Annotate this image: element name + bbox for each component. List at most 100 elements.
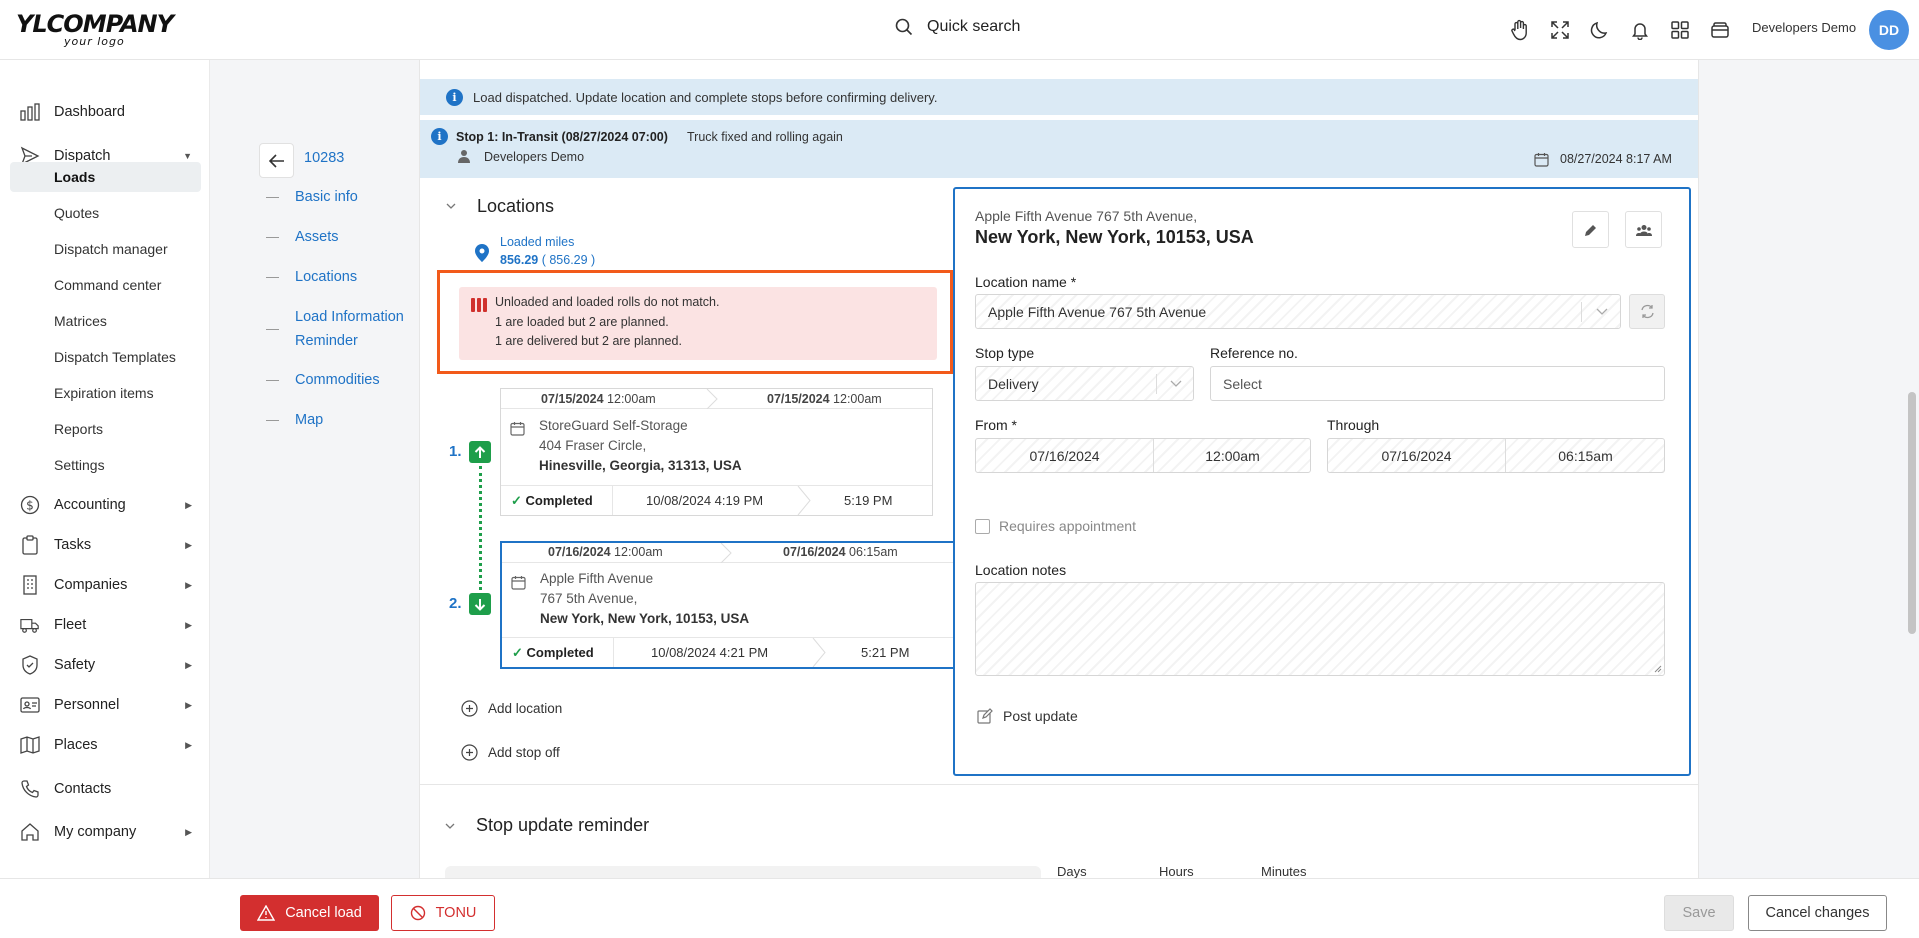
reminder-input[interactable] [445, 866, 1041, 878]
sidebar-sub-settings[interactable]: Settings [10, 450, 201, 480]
moon-icon[interactable] [1588, 18, 1611, 41]
stop-user-text: Developers Demo [484, 150, 585, 164]
sidebar-item-places[interactable]: Places ▶ [20, 730, 200, 760]
sidebar-item-safety[interactable]: Safety ▶ [20, 650, 200, 680]
subnav-assets[interactable]: Assets [266, 225, 339, 249]
dash-icon [266, 379, 279, 381]
chevron-separator-icon [797, 486, 811, 515]
add-stop-off-button[interactable]: Add stop off [461, 744, 560, 761]
sidebar-item-my-company[interactable]: My company ▶ [20, 817, 200, 847]
stop-name: Apple Fifth Avenue [540, 571, 654, 586]
requires-appointment-checkbox[interactable]: Requires appointment [975, 518, 1136, 534]
sidebar-item-companies[interactable]: Companies ▶ [20, 570, 200, 600]
from-time[interactable]: 12:00am [1153, 448, 1312, 464]
subnav-locations[interactable]: Locations [266, 265, 357, 289]
sidebar-sub-expiration-items[interactable]: Expiration items [10, 378, 201, 408]
check-icon: ✓ [512, 645, 523, 660]
stop-street: 404 Fraser Circle, [539, 438, 647, 453]
sidebar-item-accounting[interactable]: $ Accounting ▶ [20, 490, 200, 520]
checkbox-box[interactable] [975, 518, 990, 534]
location-name-value: Apple Fifth Avenue 767 5th Avenue [988, 303, 1207, 320]
phone-icon [20, 779, 40, 799]
top-bar: YLCOMPANY your logo Quick search Develop… [0, 0, 1919, 60]
caret-right-icon: ▶ [185, 826, 192, 837]
subnav-label: Locations [295, 269, 358, 285]
quick-search[interactable]: Quick search [895, 18, 1020, 36]
stop-street: 767 5th Avenue, [540, 591, 638, 606]
sidebar-sub-dispatch-templates[interactable]: Dispatch Templates [10, 342, 201, 372]
through-time[interactable]: 06:15am [1505, 448, 1666, 464]
action-bar: Cancel load TONU Save Cancel changes [0, 878, 1919, 938]
alert-line: Unloaded and loaded rolls do not match. [495, 295, 720, 309]
through-range[interactable]: 07/16/2024 06:15am [1327, 438, 1665, 473]
bell-icon[interactable] [1628, 18, 1651, 41]
sidebar-sub-quotes[interactable]: Quotes [10, 198, 201, 228]
resize-handle-icon[interactable] [1654, 665, 1662, 673]
caret-right-icon: ▶ [185, 659, 192, 670]
post-update-button[interactable]: Post update [977, 708, 1078, 724]
status-completed: ✓ Completed [511, 493, 593, 509]
sidebar-item-tasks[interactable]: Tasks ▶ [20, 530, 200, 560]
apps-grid-icon[interactable] [1668, 18, 1691, 41]
company-logo[interactable]: YLCOMPANY your logo [16, 12, 174, 50]
subnav-map[interactable]: Map [266, 408, 323, 432]
sidebar-item-personnel[interactable]: Personnel ▶ [20, 690, 200, 720]
contacts-button[interactable] [1625, 211, 1662, 248]
stop-name: StoreGuard Self-Storage [539, 418, 688, 433]
ban-icon [410, 905, 425, 921]
shield-icon [20, 655, 40, 675]
subnav-load-information-reminder[interactable]: Load Information Reminder [266, 305, 416, 353]
reference-select[interactable]: Select [1210, 366, 1665, 401]
tonu-button[interactable]: TONU [391, 895, 495, 931]
cancel-changes-label: Cancel changes [1765, 905, 1870, 921]
fullscreen-icon[interactable] [1548, 18, 1571, 41]
location-notes-textarea[interactable] [975, 582, 1665, 676]
reference-label: Reference no. [1210, 345, 1298, 361]
post-update-label: Post update [1003, 708, 1078, 724]
sidebar-sub-loads[interactable]: Loads [10, 162, 201, 192]
chevron-separator-icon [720, 543, 732, 563]
stop-card-selected[interactable]: 07/16/2024 12:00am 07/16/2024 06:15am Ap… [500, 541, 955, 669]
scrollbar-thumb[interactable] [1908, 392, 1916, 634]
add-location-button[interactable]: Add location [461, 700, 562, 717]
sidebar-sub-reports[interactable]: Reports [10, 414, 201, 444]
location-name-select[interactable]: Apple Fifth Avenue 767 5th Avenue [975, 294, 1621, 329]
sidebar-sub-matrices[interactable]: Matrices [10, 306, 201, 336]
subnav-commodities[interactable]: Commodities [266, 368, 380, 392]
section-divider [420, 784, 1698, 785]
chevron-down-icon[interactable] [446, 201, 456, 211]
cancel-changes-button[interactable]: Cancel changes [1748, 895, 1887, 931]
from-range[interactable]: 07/16/2024 12:00am [975, 438, 1311, 473]
stop-note-text: Truck fixed and rolling again [687, 130, 843, 144]
cancel-load-button[interactable]: Cancel load [240, 895, 379, 931]
user-name[interactable]: Developers Demo [1752, 20, 1856, 35]
save-button[interactable]: Save [1664, 895, 1734, 931]
stop-type-select[interactable]: Delivery [975, 366, 1194, 401]
through-date[interactable]: 07/16/2024 [1328, 448, 1505, 464]
pencil-icon [1584, 224, 1596, 236]
avatar[interactable]: DD [1869, 10, 1909, 50]
chevron-down-icon[interactable] [445, 821, 455, 831]
sidebar-sub-dispatch-manager[interactable]: Dispatch manager [10, 234, 201, 264]
hand-icon[interactable] [1508, 18, 1531, 41]
end-time: 12:00am [833, 392, 882, 406]
sidebar-item-dashboard[interactable]: Dashboard [20, 97, 200, 127]
sidebar-sub-command-center[interactable]: Command center [10, 270, 201, 300]
stop-number: 2. [449, 595, 462, 612]
stop-card-dates: 07/16/2024 12:00am 07/16/2024 06:15am [502, 543, 955, 563]
detail-address-line2: New York, New York, 10153, USA [975, 227, 1254, 247]
calendar-icon [1534, 153, 1549, 167]
from-date[interactable]: 07/16/2024 [976, 448, 1153, 464]
subnav-basic-info[interactable]: Basic info [266, 185, 358, 209]
sidebar-item-fleet[interactable]: Fleet ▶ [20, 610, 200, 640]
back-button[interactable] [259, 143, 294, 178]
sidebar-item-contacts[interactable]: Contacts [20, 774, 200, 804]
sidebar-item-label: Fleet [54, 617, 87, 633]
load-number[interactable]: 10283 [304, 150, 344, 166]
refresh-button[interactable] [1629, 294, 1665, 329]
edit-button[interactable] [1572, 211, 1609, 248]
search-icon [895, 18, 913, 36]
location-detail-panel: Apple Fifth Avenue 767 5th Avenue, New Y… [953, 187, 1691, 776]
wallet-icon[interactable] [1708, 18, 1731, 41]
stop-card[interactable]: 07/15/2024 12:00am 07/15/2024 12:00am St… [500, 388, 933, 516]
